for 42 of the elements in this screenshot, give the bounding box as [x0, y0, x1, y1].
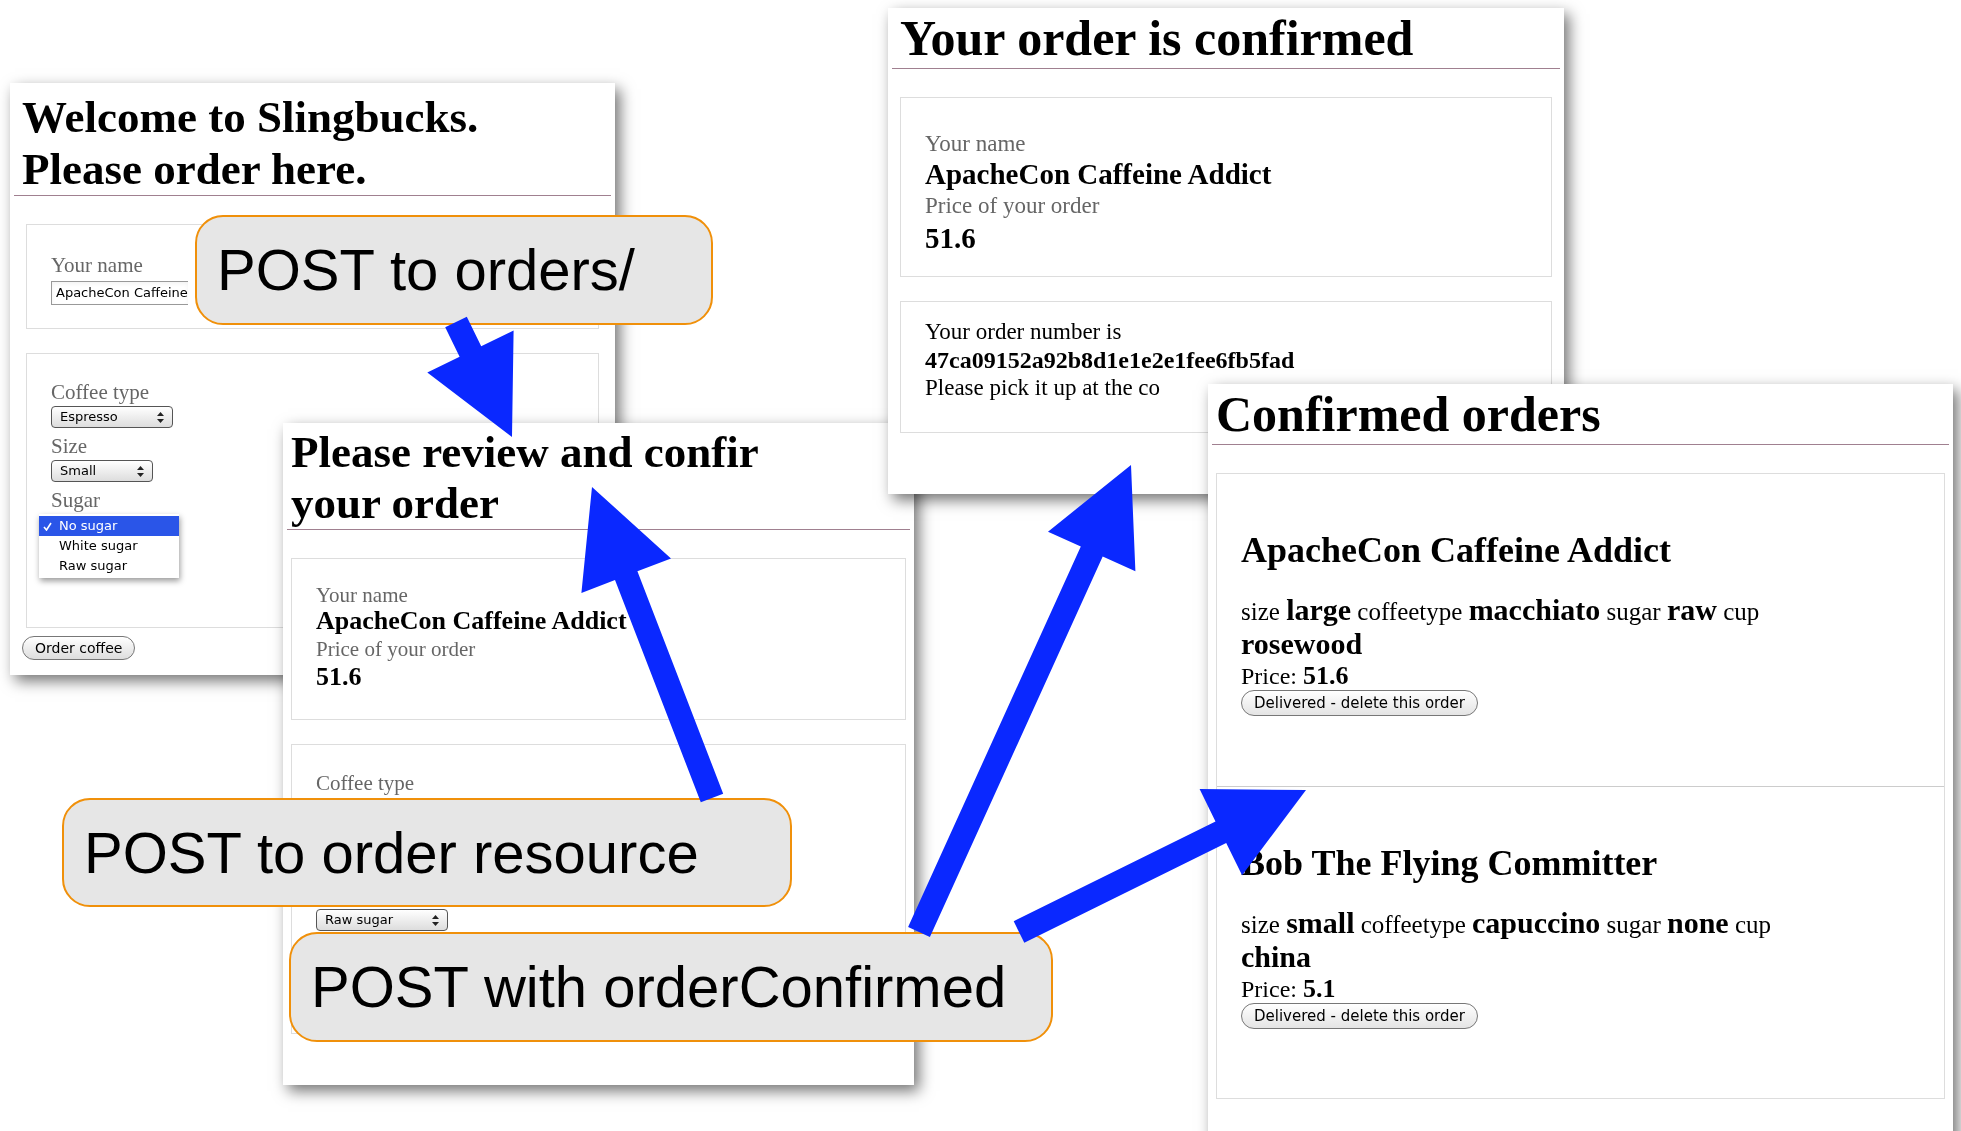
checkmark-icon — [43, 521, 52, 531]
field-label: Size — [51, 433, 88, 460]
updown-icon — [432, 914, 439, 926]
dropdown-option[interactable]: No sugar — [39, 516, 179, 536]
order-number-label: Your order number is — [925, 318, 1123, 346]
name-input-field[interactable]: ApacheCon Caffeine — [51, 281, 188, 305]
order-coffee-button[interactable]: Order coffee — [22, 636, 136, 660]
delete-order-button[interactable]: Delivered - delete this order — [1241, 690, 1478, 716]
page-heading: Confirmed orders — [1215, 385, 1602, 444]
order-customer-name: ApacheCon Caffeine Addict — [1241, 530, 1672, 570]
field-label: Your name — [925, 130, 1027, 158]
order-price: Price: 51.6 — [1241, 662, 1350, 690]
page-heading: Please review and confir your order — [290, 426, 760, 529]
order-price: Price: 5.1 — [1241, 975, 1337, 1003]
field-label: Price of your order — [316, 636, 477, 663]
select-dropdown[interactable]: Small — [51, 460, 153, 482]
delete-order-button[interactable]: Delivered - delete this order — [1241, 1003, 1478, 1029]
updown-icon — [157, 411, 164, 423]
page-heading: Welcome to Slingbucks. Please order here. — [21, 91, 480, 195]
page-heading: Your order is confirmed — [899, 9, 1415, 68]
field-label: Your name — [51, 253, 143, 277]
field-label: Your name — [316, 583, 409, 607]
callout-label: POST with orderConfirmed — [289, 932, 1053, 1042]
field-label: Coffee type — [316, 770, 416, 797]
callout-label: POST to order resource — [62, 798, 792, 907]
customer-name: ApacheCon Caffeine Addict — [316, 607, 628, 635]
select-dropdown[interactable]: Espresso — [51, 406, 173, 428]
customer-name: ApacheCon Caffeine Addict — [925, 158, 1273, 190]
select-dropdown[interactable]: Raw sugar — [316, 909, 448, 931]
dropdown-option[interactable]: White sugar — [39, 536, 179, 556]
field-label: Coffee type — [51, 379, 150, 406]
price-value: 51.6 — [316, 663, 363, 691]
dropdown-option[interactable]: Raw sugar — [39, 556, 179, 576]
field-label: Price of your order — [925, 192, 1101, 220]
field-label: Sugar — [51, 487, 100, 514]
price-value: 51.6 — [925, 222, 977, 254]
order-details: size small coffeetype capuccino sugar none cup china — [1241, 907, 1773, 975]
order-details: size large coffeetype macchiato sugar raw cup rosewood — [1241, 594, 1761, 662]
updown-icon — [137, 465, 144, 477]
order-number: 47ca09152a92b8d1e1e2e1fee6fb5fad — [925, 346, 1296, 374]
pickup-note: Please pick it up at the co — [925, 374, 1162, 402]
callout-label: POST to orders/ — [195, 215, 713, 325]
